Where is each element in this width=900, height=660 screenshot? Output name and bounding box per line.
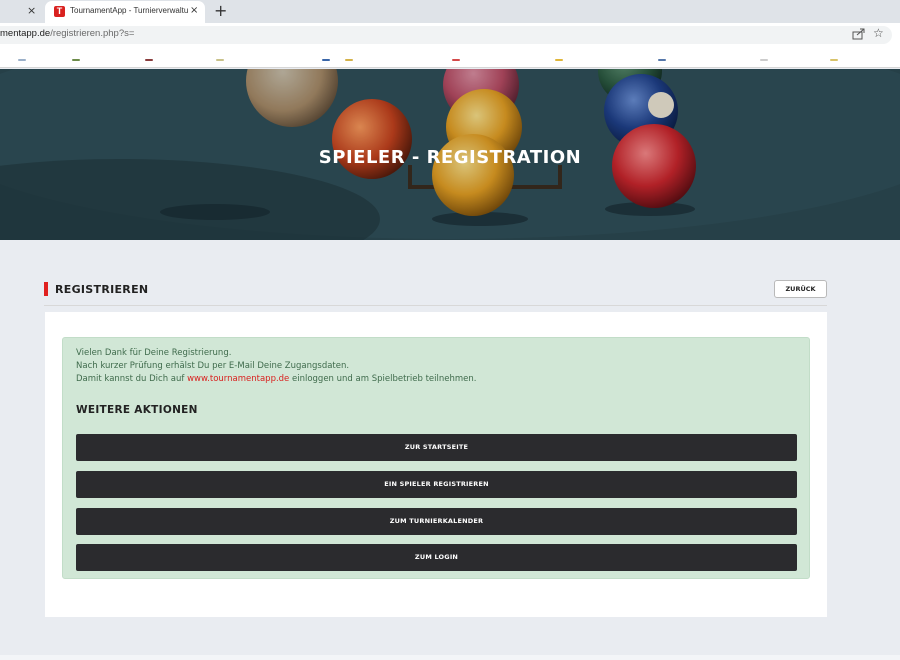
actions-title: WEITERE AKTIONEN xyxy=(76,404,198,416)
login-button[interactable]: ZUM LOGIN xyxy=(76,544,797,571)
section-title: REGISTRIEREN xyxy=(55,283,149,296)
message-line-1: Vielen Dank für Deine Registrierung. xyxy=(76,348,232,358)
browser-tab-active[interactable]: T TournamentApp - Turnierverwaltung × xyxy=(45,1,205,23)
tournament-calendar-button[interactable]: ZUM TURNIERKALENDER xyxy=(76,508,797,535)
bookmark-item[interactable] xyxy=(322,59,330,61)
success-alert: Vielen Dank für Deine Registrierung. Nac… xyxy=(62,337,810,579)
url-host: mentapp.de xyxy=(0,28,51,39)
bookmark-item[interactable] xyxy=(658,59,666,61)
new-tab-button[interactable]: + xyxy=(214,1,227,20)
bookmark-item[interactable] xyxy=(345,59,353,61)
previous-tab-close-icon[interactable]: × xyxy=(27,4,36,17)
browser-tab-bar: × T TournamentApp - Turnierverwaltung × … xyxy=(0,0,900,23)
bookmark-item[interactable] xyxy=(555,59,563,61)
share-icon[interactable] xyxy=(852,28,866,40)
home-button[interactable]: ZUR STARTSEITE xyxy=(76,434,797,461)
section-accent-bar xyxy=(44,282,48,296)
message-line-2: Nach kurzer Prüfung erhälst Du per E-Mai… xyxy=(76,361,350,371)
hero-banner: SPIELER - REGISTRATION xyxy=(0,69,900,240)
section-divider xyxy=(44,305,827,306)
bookmark-item[interactable] xyxy=(72,59,80,61)
bookmark-item[interactable] xyxy=(452,59,460,61)
bookmark-item[interactable] xyxy=(216,59,224,61)
tournamentapp-link[interactable]: www.tournamentapp.de xyxy=(187,374,289,384)
bookmark-item[interactable] xyxy=(18,59,26,61)
url-text[interactable]: mentapp.de/registrieren.php?s= xyxy=(0,28,134,39)
tab-close-icon[interactable]: × xyxy=(190,5,198,16)
tournamentapp-favicon-icon: T xyxy=(54,6,65,17)
browser-address-bar: mentapp.de/registrieren.php?s= ☆ xyxy=(0,23,900,46)
bookmarks-bar xyxy=(0,46,900,68)
bookmark-star-icon[interactable]: ☆ xyxy=(873,26,884,40)
bookmark-item[interactable] xyxy=(145,59,153,61)
page-title: SPIELER - REGISTRATION xyxy=(318,147,582,168)
back-button[interactable]: ZURÜCK xyxy=(774,280,827,298)
message-line-3: Damit kannst du Dich auf www.tournamenta… xyxy=(76,374,477,384)
tab-title: TournamentApp - Turnierverwaltung xyxy=(70,6,188,15)
url-path: /registrieren.php?s= xyxy=(50,28,135,39)
register-player-button[interactable]: EIN SPIELER REGISTRIEREN xyxy=(76,471,797,498)
bookmark-item[interactable] xyxy=(760,59,768,61)
bookmark-item[interactable] xyxy=(830,59,838,61)
